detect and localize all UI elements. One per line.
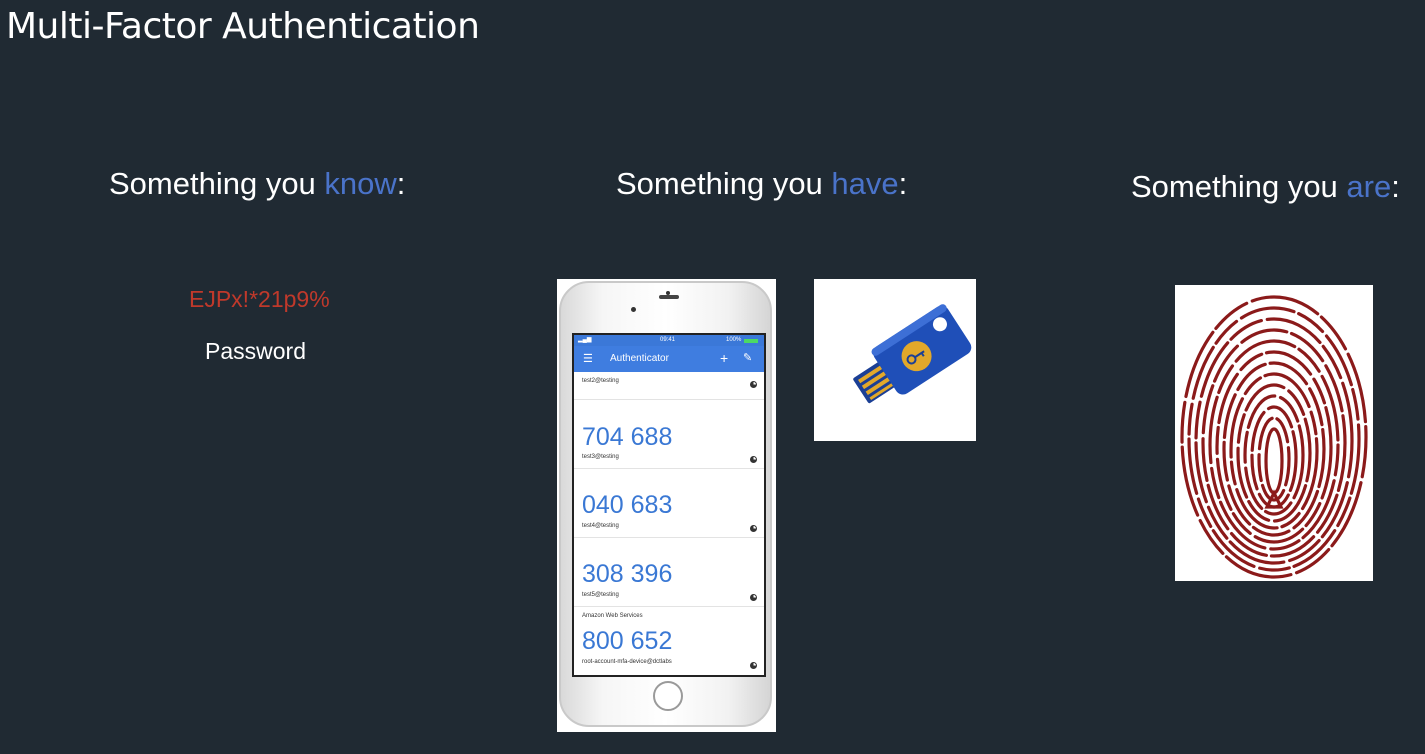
list-item[interactable]: 704 688 test3@testing [574, 400, 764, 469]
fingerprint-image [1175, 285, 1373, 581]
usb-security-key-icon [853, 304, 972, 404]
hamburger-menu-icon[interactable]: ☰ [583, 352, 593, 366]
example-password: EJPx!*21p9% [189, 286, 330, 312]
otp-code: 800 652 [582, 627, 673, 655]
account-name: test4@testing [582, 523, 619, 529]
factor-keyword-are: are [1346, 169, 1392, 204]
slide-title: Multi-Factor Authentication [6, 6, 480, 47]
app-title: Authenticator [610, 353, 669, 364]
factor-heading-have: Something you have: [616, 166, 907, 202]
otp-code: 308 396 [582, 560, 673, 588]
factor-heading-suffix: : [898, 166, 908, 201]
password-label: Password [205, 338, 306, 364]
signal-icon: ▂▄▆ [578, 337, 592, 343]
account-name: test2@testing [582, 378, 619, 384]
factor-heading-suffix: : [1391, 169, 1400, 204]
pencil-icon[interactable]: ✎ [743, 351, 752, 365]
security-key-image [814, 279, 976, 441]
fingerprint-icon [1180, 295, 1368, 579]
battery-icon [744, 339, 758, 343]
account-name: root-account-mfa-device@dctlabs [582, 659, 672, 665]
proximity-sensor-icon [666, 291, 670, 295]
home-button-icon [653, 681, 683, 711]
authenticator-screen: ▂▄▆ 09:41 100% ☰ Authenticator + ✎ test2… [572, 333, 766, 677]
list-item[interactable]: 040 683 test4@testing [574, 469, 764, 538]
countdown-timer-icon [750, 525, 757, 532]
issuer-name: Amazon Web Services [582, 613, 643, 619]
countdown-timer-icon [750, 381, 757, 388]
countdown-timer-icon [750, 594, 757, 601]
countdown-timer-icon [750, 456, 757, 463]
front-camera-icon [631, 307, 636, 312]
account-name: test3@testing [582, 454, 619, 460]
account-name: test5@testing [582, 592, 619, 598]
otp-code: 040 683 [582, 491, 673, 519]
factor-keyword-have: have [831, 166, 899, 201]
factor-keyword-know: know [324, 166, 397, 201]
phone-image: ▂▄▆ 09:41 100% ☰ Authenticator + ✎ test2… [557, 279, 776, 732]
factor-heading-prefix: Something you [616, 166, 832, 201]
list-item[interactable]: 308 396 test5@testing [574, 538, 764, 607]
phone-speaker [659, 295, 679, 299]
status-time: 09:41 [660, 337, 676, 343]
factor-heading-prefix: Something you [1131, 169, 1347, 204]
list-item[interactable]: test2@testing [574, 372, 764, 400]
list-item[interactable]: Amazon Web Services 800 652 root-account… [574, 607, 764, 675]
status-battery: 100% [726, 337, 742, 343]
otp-code: 704 688 [582, 423, 673, 451]
factor-heading-know: Something you know: [109, 166, 405, 202]
plus-icon[interactable]: + [720, 350, 728, 366]
factor-heading-prefix: Something you [109, 166, 325, 201]
countdown-timer-icon [750, 662, 757, 669]
status-bar: ▂▄▆ 09:41 100% [574, 335, 764, 346]
factor-heading-are: Something you are: [1131, 169, 1400, 205]
app-bar: ☰ Authenticator + ✎ [574, 346, 764, 372]
factor-heading-suffix: : [396, 166, 406, 201]
phone-body: ▂▄▆ 09:41 100% ☰ Authenticator + ✎ test2… [559, 281, 772, 727]
